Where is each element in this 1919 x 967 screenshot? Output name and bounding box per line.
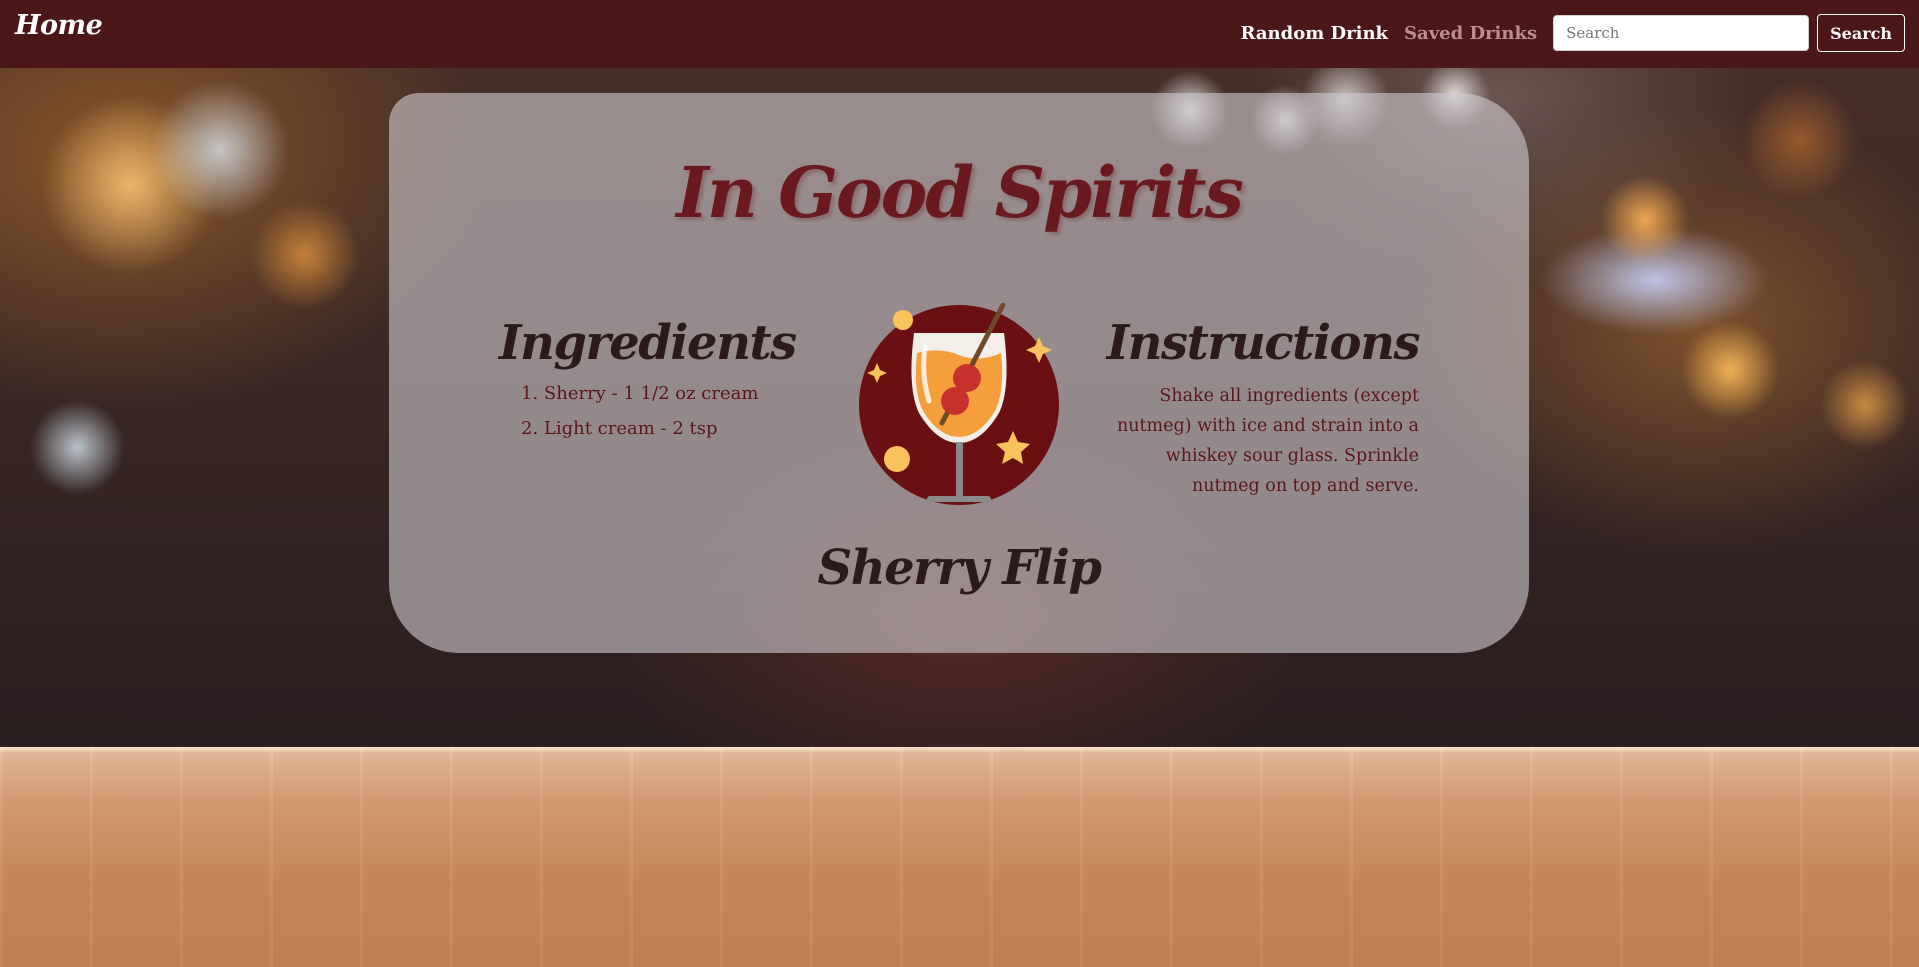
instructions-section: Instructions Shake all ingredients (exce… [1099, 315, 1421, 501]
list-item: 2. Light cream - 2 tsp [521, 418, 718, 439]
nav-links: Random Drink Saved Drinks Search [1241, 13, 1905, 53]
drink-card: In Good Spirits Ingredients 1. Sherry - … [389, 93, 1529, 653]
ingredients-heading: Ingredients [499, 315, 797, 371]
ingredient-list: 1. Sherry - 1 1/2 oz cream 2. Light crea… [521, 383, 799, 439]
bokeh-light [1600, 175, 1690, 265]
search-input[interactable] [1553, 15, 1810, 51]
cocktail-glass-icon [859, 303, 1059, 505]
ingredients-section: Ingredients 1. Sherry - 1 1/2 oz cream 2… [499, 315, 799, 453]
bokeh-light [1680, 320, 1780, 420]
instructions-text: Shake all ingredients (except nutmeg) wi… [1116, 386, 1419, 496]
bokeh-light [30, 400, 125, 495]
list-item: 1. Sherry - 1 1/2 oz cream [521, 383, 759, 404]
wooden-counter [0, 747, 1919, 967]
instructions-heading: Instructions [1106, 315, 1421, 371]
search-button[interactable]: Search [1817, 14, 1905, 52]
top-navbar: Home Random Drink Saved Drinks Search [0, 0, 1919, 68]
home-link[interactable]: Home [15, 10, 103, 41]
page-title: In Good Spirits [676, 151, 1244, 234]
saved-drinks-link[interactable]: Saved Drinks [1404, 23, 1537, 44]
bokeh-light [1820, 360, 1910, 450]
bokeh-light [150, 80, 290, 220]
random-drink-link[interactable]: Random Drink [1241, 23, 1389, 44]
drink-name: Sherry Flip [817, 540, 1102, 596]
bokeh-light [250, 200, 360, 310]
bokeh-light [1740, 80, 1860, 200]
